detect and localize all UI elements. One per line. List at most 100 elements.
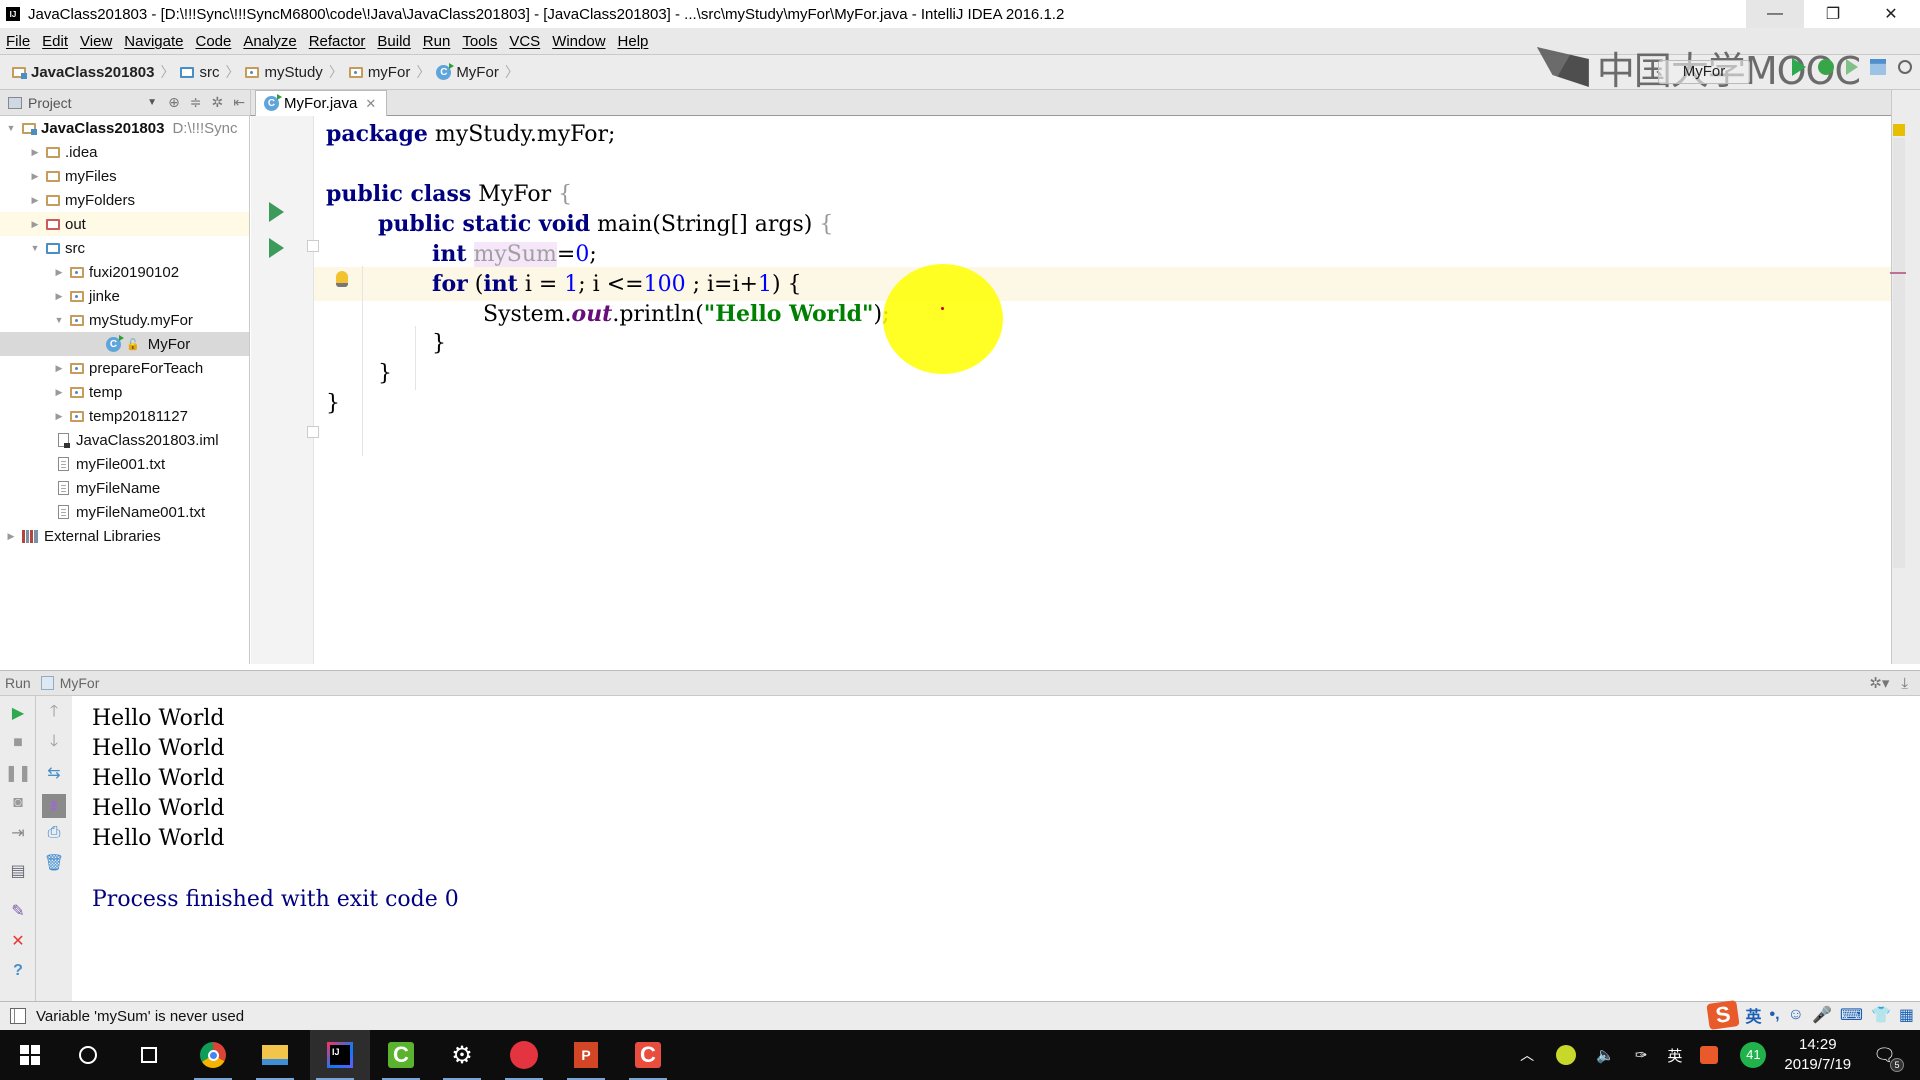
menu-run[interactable]: Run	[423, 33, 451, 50]
tree-item-iml-file[interactable]: JavaClass201803.iml	[0, 428, 249, 452]
chevron-down-icon[interactable]: ▼	[147, 97, 157, 108]
exit-icon[interactable]: ⇥	[9, 824, 27, 842]
tree-item-myfile001[interactable]: myFile001.txt	[0, 452, 249, 476]
tree-item-external-libraries[interactable]: ▶ External Libraries	[0, 524, 249, 548]
menu-help[interactable]: Help	[618, 33, 649, 50]
collapsed-arrow-icon[interactable]: ▶	[52, 387, 66, 398]
tree-item-myfolders[interactable]: ▶ myFolders	[0, 188, 249, 212]
project-structure-icon[interactable]	[1870, 59, 1886, 75]
settings-gear-icon[interactable]: ✲▾	[1869, 674, 1889, 692]
toolbox-icon[interactable]: ▦	[1899, 1005, 1914, 1025]
taskbar-intellij[interactable]: IJ	[310, 1030, 370, 1080]
taskbar-settings[interactable]: ⚙	[437, 1030, 487, 1080]
action-center-icon[interactable]: 🗨 5	[1873, 1045, 1904, 1072]
restore-button[interactable]: ❐	[1804, 0, 1862, 28]
menu-code[interactable]: Code	[195, 33, 231, 50]
layout-icon[interactable]: ▤	[9, 862, 27, 880]
menu-analyze[interactable]: Analyze	[243, 33, 296, 50]
show-hidden-icons-chevron[interactable]: ︿	[1520, 1045, 1534, 1065]
menu-navigate[interactable]: Navigate	[124, 33, 183, 50]
tree-item-jinke[interactable]: ▶ jinke	[0, 284, 249, 308]
gear-icon[interactable]: ✲	[212, 94, 224, 111]
search-everywhere-icon[interactable]	[1898, 60, 1912, 74]
tree-item-out[interactable]: ▶ out	[0, 212, 249, 236]
tree-item-myfilename001[interactable]: myFileName001.txt	[0, 500, 249, 524]
minimize-button[interactable]: —	[1746, 0, 1804, 28]
run-icon[interactable]	[1792, 58, 1806, 76]
tree-item-myfilename[interactable]: myFileName	[0, 476, 249, 500]
dump-threads-icon[interactable]: ◙	[9, 794, 27, 812]
menu-refactor[interactable]: Refactor	[309, 33, 366, 50]
stop-icon[interactable]: ■	[9, 734, 27, 752]
help-icon[interactable]: ?	[9, 962, 27, 980]
microphone-icon[interactable]: 🎤	[1812, 1005, 1832, 1025]
scroll-to-end-icon[interactable]: ⇟	[42, 794, 66, 818]
soft-wrap-icon[interactable]: ⇆	[45, 764, 63, 782]
collapsed-arrow-icon[interactable]: ▶	[28, 219, 42, 230]
menu-tools[interactable]: Tools	[462, 33, 497, 50]
security-badge-count[interactable]: 41	[1740, 1042, 1767, 1068]
sogou-logo-icon[interactable]: S	[1705, 1000, 1740, 1030]
tree-item-temp20181127[interactable]: ▶ temp20181127	[0, 404, 249, 428]
menu-window[interactable]: Window	[552, 33, 605, 50]
tree-item-fuxi20190102[interactable]: ▶ fuxi20190102	[0, 260, 249, 284]
pen-icon[interactable]: ✑	[1635, 1046, 1648, 1064]
taskbar-file-explorer[interactable]	[250, 1030, 300, 1080]
close-run-icon[interactable]: ✕	[9, 932, 27, 950]
menu-view[interactable]: View	[80, 33, 112, 50]
trash-icon[interactable]: 🗑	[44, 854, 64, 872]
hide-icon[interactable]: ⤓	[1901, 675, 1908, 692]
close-tab-icon[interactable]: ✕	[365, 96, 376, 112]
collapse-all-icon[interactable]: ≑	[190, 94, 202, 111]
menu-vcs[interactable]: VCS	[509, 33, 540, 50]
print-icon[interactable]: ⎙	[45, 824, 63, 842]
emoji-icon[interactable]: ☺	[1788, 1006, 1804, 1024]
project-view-select[interactable]: Project	[28, 95, 72, 111]
collapsed-arrow-icon[interactable]: ▶	[52, 267, 66, 278]
breadcrumb-myfor-package[interactable]: myFor	[348, 64, 410, 81]
sogou-tray-icon[interactable]	[1700, 1046, 1719, 1064]
collapsed-arrow-icon[interactable]: ▶	[4, 531, 18, 542]
breadcrumb-myfor-class[interactable]: C MyFor	[436, 62, 499, 81]
hide-panel-icon[interactable]: ⇤	[233, 94, 245, 111]
debug-icon[interactable]	[1818, 59, 1834, 75]
breadcrumb-mystudy[interactable]: myStudy	[245, 64, 323, 81]
taskbar-camtasia[interactable]: C	[376, 1030, 426, 1080]
cortana-search-button[interactable]	[63, 1030, 113, 1080]
punctuation-icon[interactable]: •,	[1770, 1006, 1780, 1024]
collapsed-arrow-icon[interactable]: ▶	[52, 411, 66, 422]
console-output[interactable]: Hello World Hello World Hello World Hell…	[72, 696, 1920, 1001]
run-main-gutter-icon[interactable]	[269, 238, 284, 258]
clock[interactable]: 14:29 2019/7/19	[1784, 1035, 1851, 1075]
input-language-indicator[interactable]: 英	[1667, 1045, 1682, 1066]
tool-windows-icon[interactable]	[10, 1008, 26, 1024]
expanded-arrow-icon[interactable]: ▼	[52, 315, 66, 325]
collapsed-arrow-icon[interactable]: ▶	[52, 291, 66, 302]
tree-item-myfor-class[interactable]: C 🔓 MyFor	[0, 332, 249, 356]
tree-item-prepareforteach[interactable]: ▶ prepareForTeach	[0, 356, 249, 380]
taskbar-powerpoint[interactable]: P	[561, 1030, 611, 1080]
collapsed-arrow-icon[interactable]: ▶	[28, 171, 42, 182]
taskbar-keyboard-app[interactable]	[499, 1030, 549, 1080]
breadcrumb-src[interactable]: src	[180, 64, 219, 81]
tab-myfor-java[interactable]: C MyFor.java ✕	[255, 90, 387, 116]
fold-marker-icon[interactable]	[307, 426, 319, 438]
collapsed-arrow-icon[interactable]: ▶	[28, 147, 42, 158]
taskbar-camtasia-recorder[interactable]: C	[623, 1030, 673, 1080]
keyboard-icon[interactable]: ⌨	[1840, 1005, 1863, 1025]
expanded-arrow-icon[interactable]: ▼	[4, 123, 18, 133]
pause-icon[interactable]: ❚❚	[5, 764, 32, 782]
tree-item-myfiles[interactable]: ▶ myFiles	[0, 164, 249, 188]
down-arrow-icon[interactable]: 🡓	[45, 733, 63, 752]
tree-item-temp[interactable]: ▶ temp	[0, 380, 249, 404]
collapsed-arrow-icon[interactable]: ▶	[52, 363, 66, 374]
skin-icon[interactable]: 👕	[1871, 1005, 1891, 1025]
warning-indicator-icon[interactable]	[1893, 124, 1905, 136]
run-class-gutter-icon[interactable]	[269, 202, 284, 222]
scroll-from-source-icon[interactable]: ⊕	[168, 94, 180, 111]
tree-item-idea[interactable]: ▶ .idea	[0, 140, 249, 164]
taskbar-chrome[interactable]	[188, 1030, 238, 1080]
security-plus-icon[interactable]	[1556, 1045, 1577, 1065]
lightbulb-icon[interactable]	[336, 271, 348, 287]
vertical-scrollbar[interactable]	[1893, 138, 1905, 568]
